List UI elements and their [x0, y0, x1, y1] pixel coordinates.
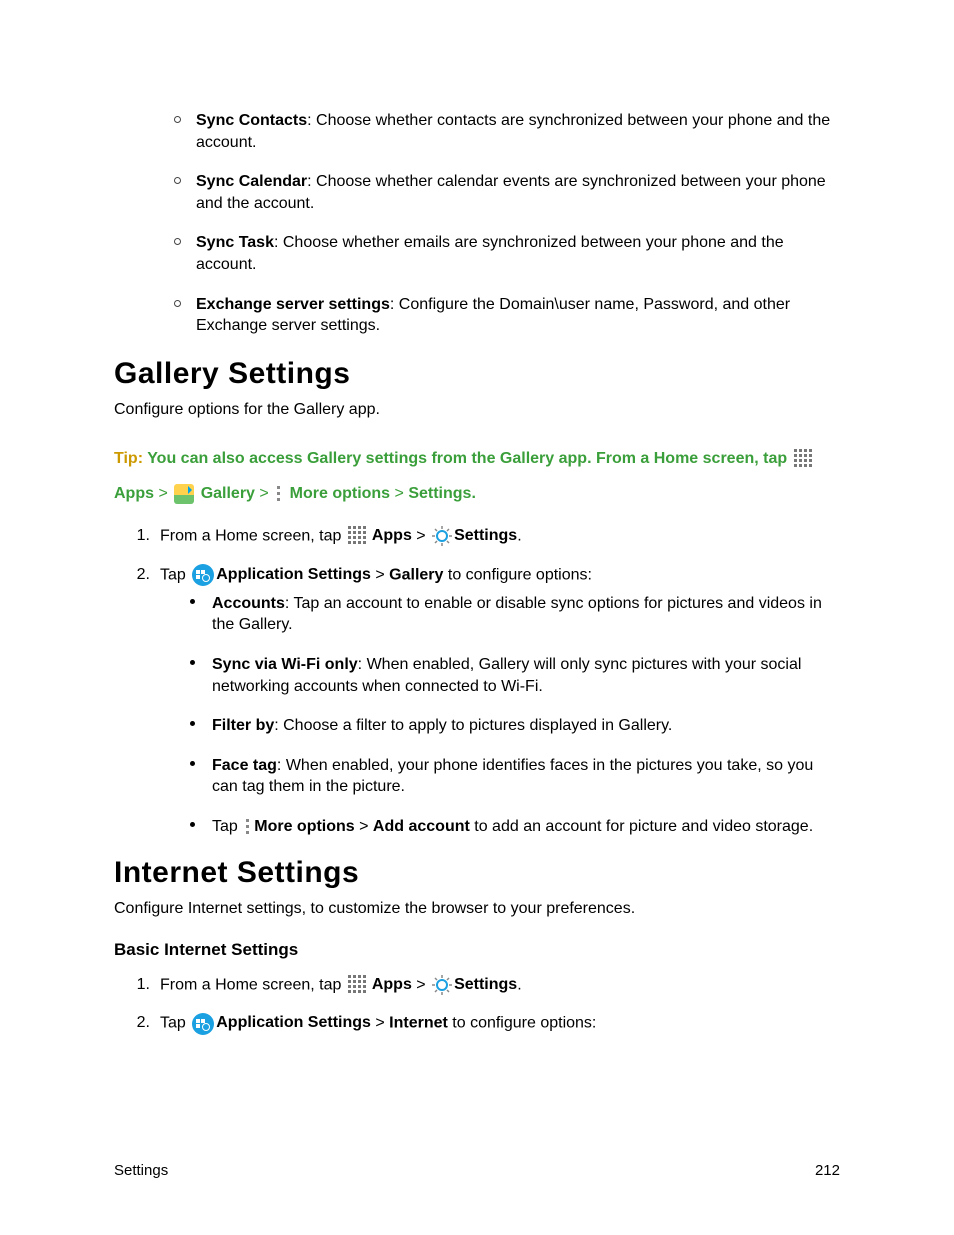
step-2: 2. Tap Application Settings > Internet t…: [138, 1012, 840, 1035]
apps-icon: [794, 449, 816, 469]
more-options-icon: [244, 817, 252, 837]
heading-internet-settings: Internet Settings: [114, 856, 840, 890]
list-item: Filter by: Choose a filter to apply to p…: [190, 715, 840, 737]
footer-page-number: 212: [815, 1162, 840, 1179]
step-2: 2. Tap Application Settings > Gallery to…: [138, 564, 840, 838]
settings-gear-icon: [432, 975, 452, 995]
footer-section: Settings: [114, 1162, 168, 1179]
heading-gallery-settings: Gallery Settings: [114, 357, 840, 391]
internet-intro: Configure Internet settings, to customiz…: [114, 900, 840, 918]
subheading-basic-internet: Basic Internet Settings: [114, 940, 840, 960]
settings-gear-icon: [432, 526, 452, 546]
gallery-options-list: Accounts: Tap an account to enable or di…: [160, 593, 840, 838]
list-item: Exchange server settings: Configure the …: [174, 294, 840, 337]
list-item: Sync via Wi-Fi only: When enabled, Galle…: [190, 654, 840, 697]
application-settings-icon: [192, 1013, 214, 1035]
tip-block: Tip: You can also access Gallery setting…: [114, 441, 840, 511]
sync-options-list: Sync Contacts: Choose whether contacts a…: [114, 110, 840, 337]
gallery-steps: 1. From a Home screen, tap Apps > Settin…: [114, 525, 840, 837]
page: Sync Contacts: Choose whether contacts a…: [0, 0, 954, 1235]
step-1: 1. From a Home screen, tap Apps > Settin…: [138, 525, 840, 548]
apps-icon: [348, 526, 370, 546]
list-item: Accounts: Tap an account to enable or di…: [190, 593, 840, 636]
gallery-icon: [174, 484, 194, 504]
page-footer: Settings 212: [114, 1162, 840, 1179]
internet-steps: 1. From a Home screen, tap Apps > Settin…: [114, 974, 840, 1036]
list-item: Tap More options > Add account to add an…: [190, 816, 840, 838]
list-item: Face tag: When enabled, your phone ident…: [190, 755, 840, 798]
list-item: Sync Task: Choose whether emails are syn…: [174, 232, 840, 275]
gallery-intro: Configure options for the Gallery app.: [114, 401, 840, 419]
application-settings-icon: [192, 564, 214, 586]
tip-label: Tip:: [114, 450, 143, 467]
step-1: 1. From a Home screen, tap Apps > Settin…: [138, 974, 840, 997]
list-item: Sync Contacts: Choose whether contacts a…: [174, 110, 840, 153]
more-options-icon: [275, 484, 283, 504]
list-item: Sync Calendar: Choose whether calendar e…: [174, 171, 840, 214]
apps-icon: [348, 975, 370, 995]
